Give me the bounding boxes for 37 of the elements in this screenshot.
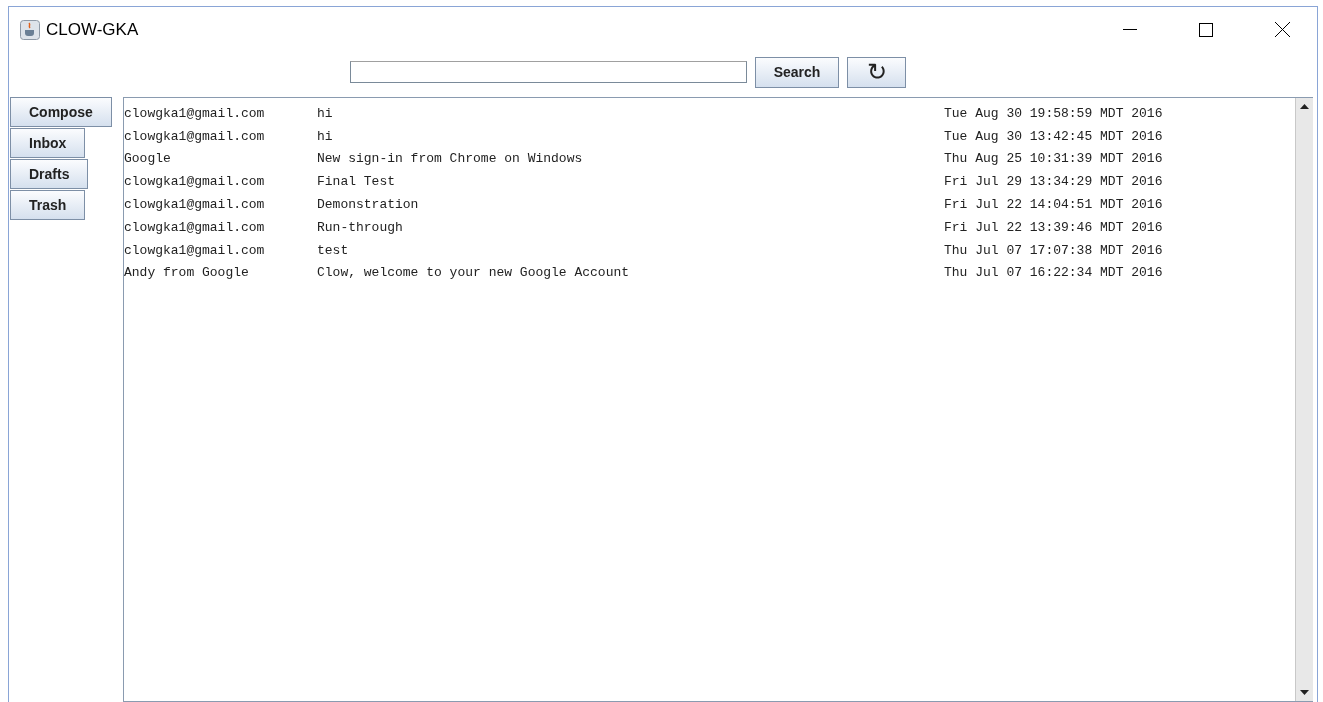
- date-text[interactable]: Fri Jul 22 14:04:51 MDT 2016: [944, 197, 1163, 213]
- search-field[interactable]: [349, 61, 747, 83]
- subject-text[interactable]: hi: [317, 105, 944, 121]
- subject-text[interactable]: Demonstration: [317, 197, 944, 213]
- nav-button[interactable]: Trash: [10, 190, 86, 220]
- date-text[interactable]: Tue Aug 30 19:58:59 MDT 2016: [944, 105, 1163, 121]
- sender-text[interactable]: Andy from Google: [124, 265, 317, 281]
- date-text[interactable]: Tue Aug 30 13:42:45 MDT 2016: [944, 128, 1163, 144]
- sender-text[interactable]: clowgka1@gmail.com: [124, 105, 317, 121]
- date-text[interactable]: Thu Jul 07 16:22:34 MDT 2016: [944, 265, 1163, 281]
- date-text[interactable]: Fri Jul 29 13:34:29 MDT 2016: [944, 174, 1163, 190]
- subject-text[interactable]: Final Test: [317, 174, 944, 190]
- sender-text[interactable]: Google: [124, 151, 317, 167]
- sender-text[interactable]: clowgka1@gmail.com: [124, 197, 317, 213]
- subject-text[interactable]: test: [317, 242, 944, 258]
- subject-text[interactable]: New sign-in from Chrome on Windows: [317, 151, 944, 167]
- search-button[interactable]: Search: [754, 56, 840, 88]
- maximize-icon: [1199, 22, 1213, 37]
- sender-text[interactable]: clowgka1@gmail.com: [124, 242, 317, 258]
- scrollbar[interactable]: [1295, 98, 1313, 701]
- window-title: CLOW-GKA: [46, 19, 140, 40]
- subject-text[interactable]: Run-through: [317, 219, 944, 235]
- minimize-icon: [1123, 29, 1137, 30]
- close-icon: [1274, 22, 1290, 37]
- refresh-button[interactable]: ↻: [847, 56, 907, 88]
- sender-text[interactable]: clowgka1@gmail.com: [124, 128, 317, 144]
- nav-button[interactable]: Drafts: [10, 159, 89, 189]
- date-text[interactable]: Fri Jul 22 13:39:46 MDT 2016: [944, 219, 1163, 235]
- date-text[interactable]: Thu Aug 25 10:31:39 MDT 2016: [944, 151, 1163, 167]
- nav-button[interactable]: Compose: [10, 97, 112, 127]
- date-text[interactable]: Thu Jul 07 17:07:38 MDT 2016: [944, 242, 1163, 258]
- coffee-cup-icon: [20, 19, 40, 40]
- subject-text[interactable]: Clow, welcome to your new Google Account: [317, 265, 944, 281]
- subject-text[interactable]: hi: [317, 128, 944, 144]
- sender-text[interactable]: clowgka1@gmail.com: [124, 219, 317, 235]
- nav-button[interactable]: Inbox: [10, 128, 86, 158]
- sender-text[interactable]: clowgka1@gmail.com: [124, 174, 317, 190]
